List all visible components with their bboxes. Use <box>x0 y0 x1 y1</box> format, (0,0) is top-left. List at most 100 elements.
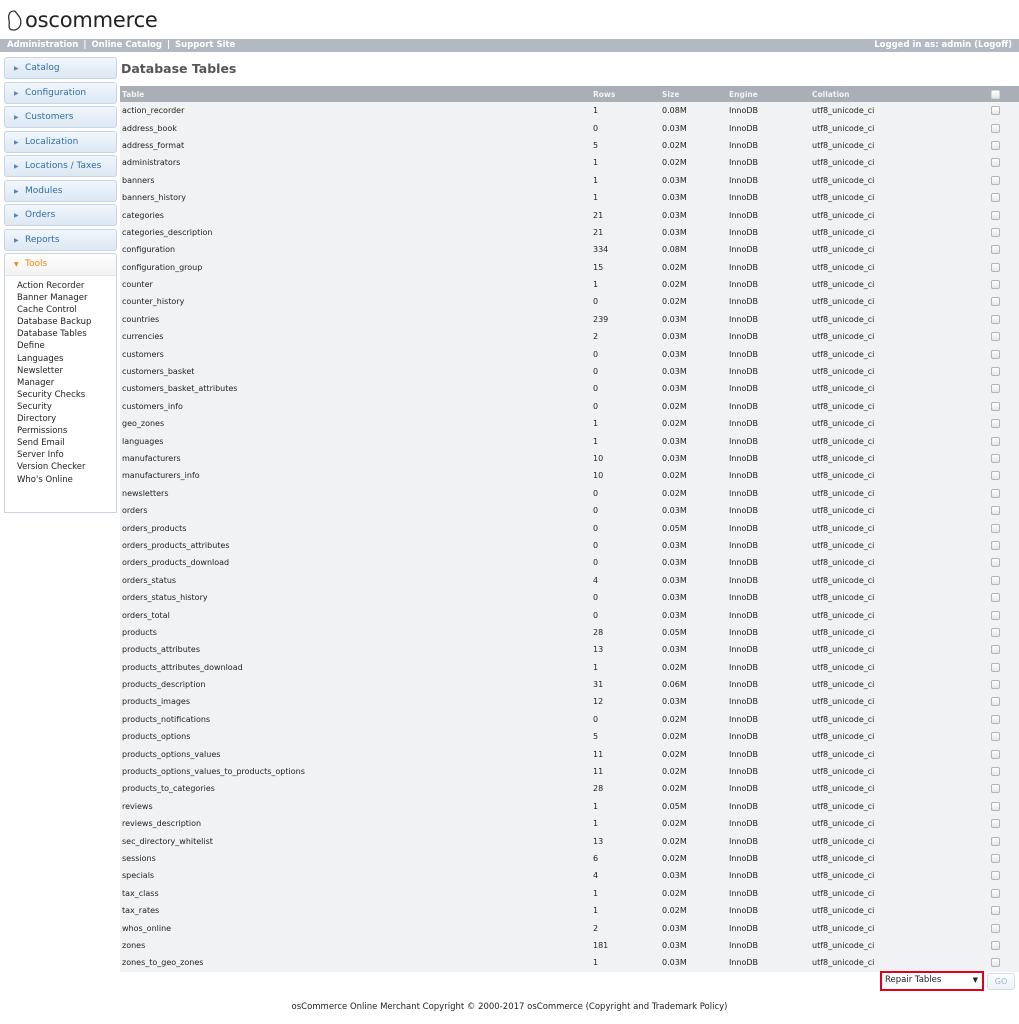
row-checkbox[interactable] <box>991 819 1000 829</box>
table-row[interactable]: zones 181 0.03M InnoDB utf8_unicode_ci <box>120 936 1019 955</box>
row-checkbox[interactable] <box>991 436 1000 446</box>
submenu-link-security-directory[interactable]: Directory <box>17 413 116 425</box>
table-row[interactable]: counter_history 0 0.02M InnoDB utf8_unicode_… <box>120 293 1019 311</box>
submenu-link-newsletter[interactable]: Newsletter <box>17 365 116 377</box>
select-all-checkbox[interactable] <box>991 89 1000 99</box>
submenu-link-permissions[interactable]: Permissions <box>17 425 116 437</box>
row-checkbox[interactable] <box>991 906 1000 916</box>
row-checkbox[interactable] <box>991 401 1000 411</box>
row-checkbox[interactable] <box>991 471 1000 481</box>
table-row[interactable]: orders_products_attributes 0 0.03M InnoDB ut… <box>120 536 1019 555</box>
row-checkbox[interactable] <box>991 297 1000 307</box>
row-checkbox[interactable] <box>991 801 1000 811</box>
submenu-link-security-checks[interactable]: Security Checks <box>17 389 116 401</box>
row-checkbox[interactable] <box>991 923 1000 933</box>
table-row[interactable]: address_book 0 0.03M InnoDB utf8_unicode_ci <box>120 119 1019 137</box>
logged-in-status[interactable]: Logged in as: admin (Logoff) <box>874 39 1012 52</box>
row-checkbox[interactable] <box>991 871 1000 881</box>
row-checkbox[interactable] <box>991 540 1000 550</box>
table-row[interactable]: products_notifications 0 0.02M InnoDB utf8_u… <box>120 710 1019 729</box>
table-row[interactable]: manufacturers 10 0.03M InnoDB utf8_unicode_c… <box>120 449 1019 468</box>
table-row[interactable]: orders_products 0 0.05M InnoDB utf8_unicode_… <box>120 519 1019 537</box>
sidebar-item-modules[interactable]: ▶ Modules <box>4 179 117 202</box>
table-row[interactable]: counter 1 0.02M InnoDB utf8_unicode_ci <box>120 275 1019 294</box>
table-row[interactable]: address_format 5 0.02M InnoDB utf8_unicode_c… <box>120 136 1019 155</box>
row-checkbox[interactable] <box>991 175 1000 185</box>
submenu-link-banner-manager[interactable]: Banner Manager <box>17 292 116 304</box>
table-row[interactable]: customers 0 0.03M InnoDB utf8_unicode_ci <box>120 345 1019 363</box>
table-row[interactable]: orders_status_history 0 0.03M InnoDB utf8_un… <box>120 588 1019 607</box>
row-checkbox[interactable] <box>991 853 1000 863</box>
row-checkbox[interactable] <box>991 610 1000 620</box>
row-checkbox[interactable] <box>991 714 1000 724</box>
table-row[interactable]: products_images 12 0.03M InnoDB utf8_unicode… <box>120 693 1019 711</box>
table-row[interactable]: products_description 31 0.06M InnoDB utf8_un… <box>120 675 1019 694</box>
table-row[interactable]: customers_info 0 0.02M InnoDB utf8_unicode_c… <box>120 397 1019 416</box>
table-row[interactable]: reviews_description 1 0.02M InnoDB utf8_unic… <box>120 815 1019 833</box>
sidebar-item-reports[interactable]: ▶ Reports <box>4 228 117 251</box>
row-checkbox[interactable] <box>991 680 1000 690</box>
table-row[interactable]: products 28 0.05M InnoDB utf8_unicode_ci <box>120 623 1019 642</box>
row-checkbox[interactable] <box>991 940 1000 950</box>
row-checkbox[interactable] <box>991 140 1000 150</box>
table-row[interactable]: configuration_group 15 0.02M InnoDB utf8_uni… <box>120 258 1019 276</box>
table-row[interactable]: newsletters 0 0.02M InnoDB utf8_unicode_ci <box>120 484 1019 502</box>
table-row[interactable]: tax_rates 1 0.02M InnoDB utf8_unicode_ci <box>120 901 1019 920</box>
sidebar-item-tools[interactable]: ▼ Tools <box>4 253 117 275</box>
row-checkbox[interactable] <box>991 193 1000 203</box>
table-row[interactable]: orders_products_download 0 0.03M InnoDB utf8… <box>120 554 1019 572</box>
sidebar-item-orders[interactable]: ▶ Orders <box>4 204 117 226</box>
row-checkbox[interactable] <box>991 384 1000 394</box>
submenu-link-cache-control[interactable]: Cache Control <box>17 304 116 316</box>
row-checkbox[interactable] <box>991 367 1000 377</box>
submenu-link-define[interactable]: Define <box>17 340 116 352</box>
row-checkbox[interactable] <box>991 506 1000 516</box>
row-checkbox[interactable] <box>991 575 1000 585</box>
table-row[interactable]: customers_basket_attributes 0 0.03M InnoDB u… <box>120 380 1019 398</box>
table-row[interactable]: products_attributes_download 1 0.02M InnoDB… <box>120 658 1019 676</box>
row-checkbox[interactable] <box>991 888 1000 898</box>
row-checkbox[interactable] <box>991 349 1000 359</box>
row-checkbox[interactable] <box>991 662 1000 672</box>
submenu-link-server-info[interactable]: Server Info <box>17 449 116 461</box>
table-row[interactable]: products_options 5 0.02M InnoDB utf8_unicode… <box>120 728 1019 746</box>
sidebar-item-configuration[interactable]: ▶ Configuration <box>4 81 117 104</box>
table-row[interactable]: zones_to_geo_zones 1 0.03M InnoDB utf8_unico… <box>120 954 1019 972</box>
online-catalog-link[interactable]: Online Catalog <box>91 40 162 50</box>
row-checkbox[interactable] <box>991 767 1000 777</box>
row-checkbox[interactable] <box>991 332 1000 342</box>
table-row[interactable]: specials 4 0.03M InnoDB utf8_unicode_ci <box>120 867 1019 885</box>
submenu-link-database-tables[interactable]: Database Tables <box>17 328 116 340</box>
table-row[interactable]: countries 239 0.03M InnoDB utf8_unicode_ci <box>120 310 1019 329</box>
submenu-link-languages[interactable]: Languages <box>17 353 116 365</box>
administration-link[interactable]: Administration <box>7 40 78 50</box>
row-checkbox[interactable] <box>991 627 1000 637</box>
table-row[interactable]: products_options_values_to_products_opti… <box>120 762 1019 781</box>
row-checkbox[interactable] <box>991 123 1000 133</box>
row-checkbox[interactable] <box>991 454 1000 463</box>
table-row[interactable]: categories_description 21 0.03M InnoDB utf8_… <box>120 223 1019 242</box>
table-row[interactable]: whos_online 2 0.03M InnoDB utf8_unicode_ci <box>120 919 1019 937</box>
submenu-link-action-recorder[interactable]: Action Recorder <box>17 280 116 292</box>
table-row[interactable]: banners 1 0.03M InnoDB utf8_unicode_ci <box>120 171 1019 189</box>
table-action-select[interactable]: Repair Tables ▼ <box>880 971 984 991</box>
row-checkbox[interactable] <box>991 593 1000 603</box>
row-checkbox[interactable] <box>991 210 1000 220</box>
table-row[interactable]: languages 1 0.03M InnoDB utf8_unicode_ci <box>120 432 1019 450</box>
table-row[interactable]: banners_history 1 0.03M InnoDB utf8_unicode_… <box>120 188 1019 207</box>
sidebar-item-customers[interactable]: ▶ Customers <box>4 106 117 128</box>
row-checkbox[interactable] <box>991 523 1000 533</box>
table-row[interactable]: products_to_categories 28 0.02M InnoDB utf8_… <box>120 780 1019 798</box>
table-row[interactable]: action_recorder 1 0.08M InnoDB utf8_unicode_… <box>120 102 1019 120</box>
row-checkbox[interactable] <box>991 106 1000 116</box>
row-checkbox[interactable] <box>991 645 1000 655</box>
table-row[interactable]: administrators 1 0.02M InnoDB utf8_unicode_c… <box>120 154 1019 172</box>
table-row[interactable]: products_options_values 11 0.02M InnoDB utf8… <box>120 745 1019 763</box>
table-row[interactable]: tax_class 1 0.02M InnoDB utf8_unicode_ci <box>120 884 1019 902</box>
table-row[interactable]: currencies 2 0.03M InnoDB utf8_unicode_ci <box>120 328 1019 346</box>
sidebar-item-locations-taxes[interactable]: ▶ Locations / Taxes <box>4 155 117 177</box>
table-row[interactable]: manufacturers_info 10 0.02M InnoDB utf8_unic… <box>120 467 1019 485</box>
row-checkbox[interactable] <box>991 697 1000 707</box>
row-checkbox[interactable] <box>991 488 1000 498</box>
row-checkbox[interactable] <box>991 749 1000 759</box>
